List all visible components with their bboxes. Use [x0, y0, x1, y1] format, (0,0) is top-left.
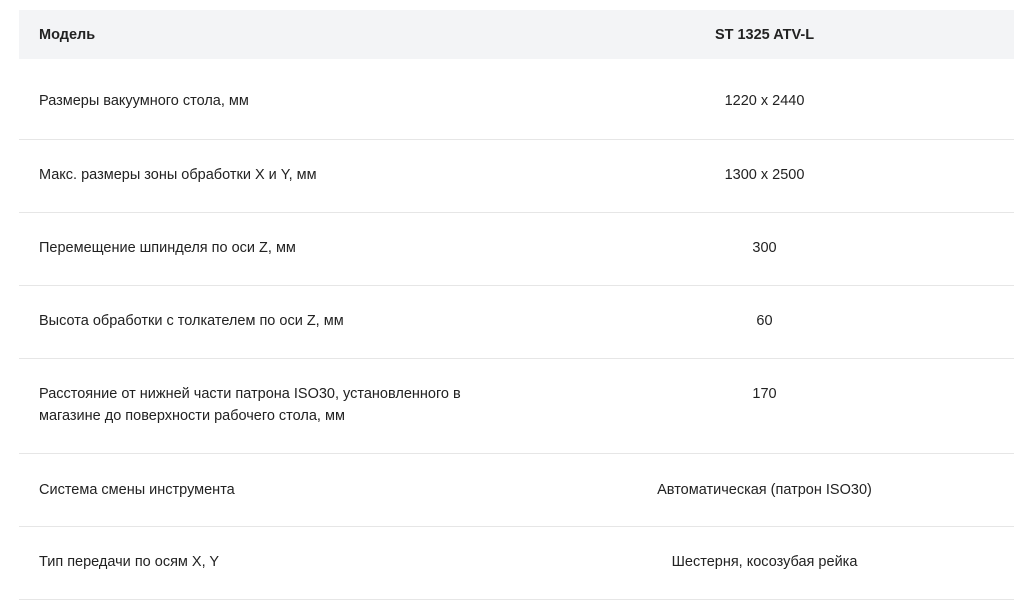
- row-value: Автоматическая (патрон ISO30): [657, 482, 872, 498]
- table-row: Макс. размеры зоны обработки X и Y, мм 1…: [19, 140, 1014, 213]
- spec-table: Модель ST 1325 ATV-L Размеры вакуумного …: [19, 10, 1014, 600]
- row-label: Тип передачи по осям X, Y: [39, 554, 220, 570]
- row-value: 60: [756, 313, 773, 329]
- row-label: Система смены инструмента: [39, 482, 235, 498]
- table-row: Тип передачи по осям X, Y Шестерня, косо…: [19, 527, 1014, 600]
- table-row: Размеры вакуумного стола, мм 1220 х 2440: [19, 59, 1014, 140]
- row-label: Перемещение шпинделя по оси Z, мм: [39, 240, 296, 256]
- header-model-value: ST 1325 ATV-L: [714, 26, 815, 43]
- row-value: 300: [752, 240, 777, 256]
- row-value: 1300 х 2500: [724, 167, 805, 183]
- table-row: Система смены инструмента Автоматическая…: [19, 454, 1014, 527]
- table-header-row: Модель ST 1325 ATV-L: [19, 10, 1014, 59]
- row-label: Макс. размеры зоны обработки X и Y, мм: [39, 167, 317, 183]
- row-value: 170: [752, 386, 777, 402]
- header-label: Модель: [39, 26, 96, 43]
- row-label: Высота обработки с толкателем по оси Z, …: [39, 313, 344, 329]
- row-value: Шестерня, косозубая рейка: [671, 554, 858, 570]
- row-label: Расстояние от нижней части патрона ISO30…: [39, 386, 461, 424]
- row-label: Размеры вакуумного стола, мм: [39, 93, 249, 109]
- row-value: 1220 х 2440: [724, 93, 805, 109]
- table-row: Высота обработки с толкателем по оси Z, …: [19, 286, 1014, 359]
- table-row: Перемещение шпинделя по оси Z, мм 300: [19, 213, 1014, 286]
- table-row: Расстояние от нижней части патрона ISO30…: [19, 359, 1014, 454]
